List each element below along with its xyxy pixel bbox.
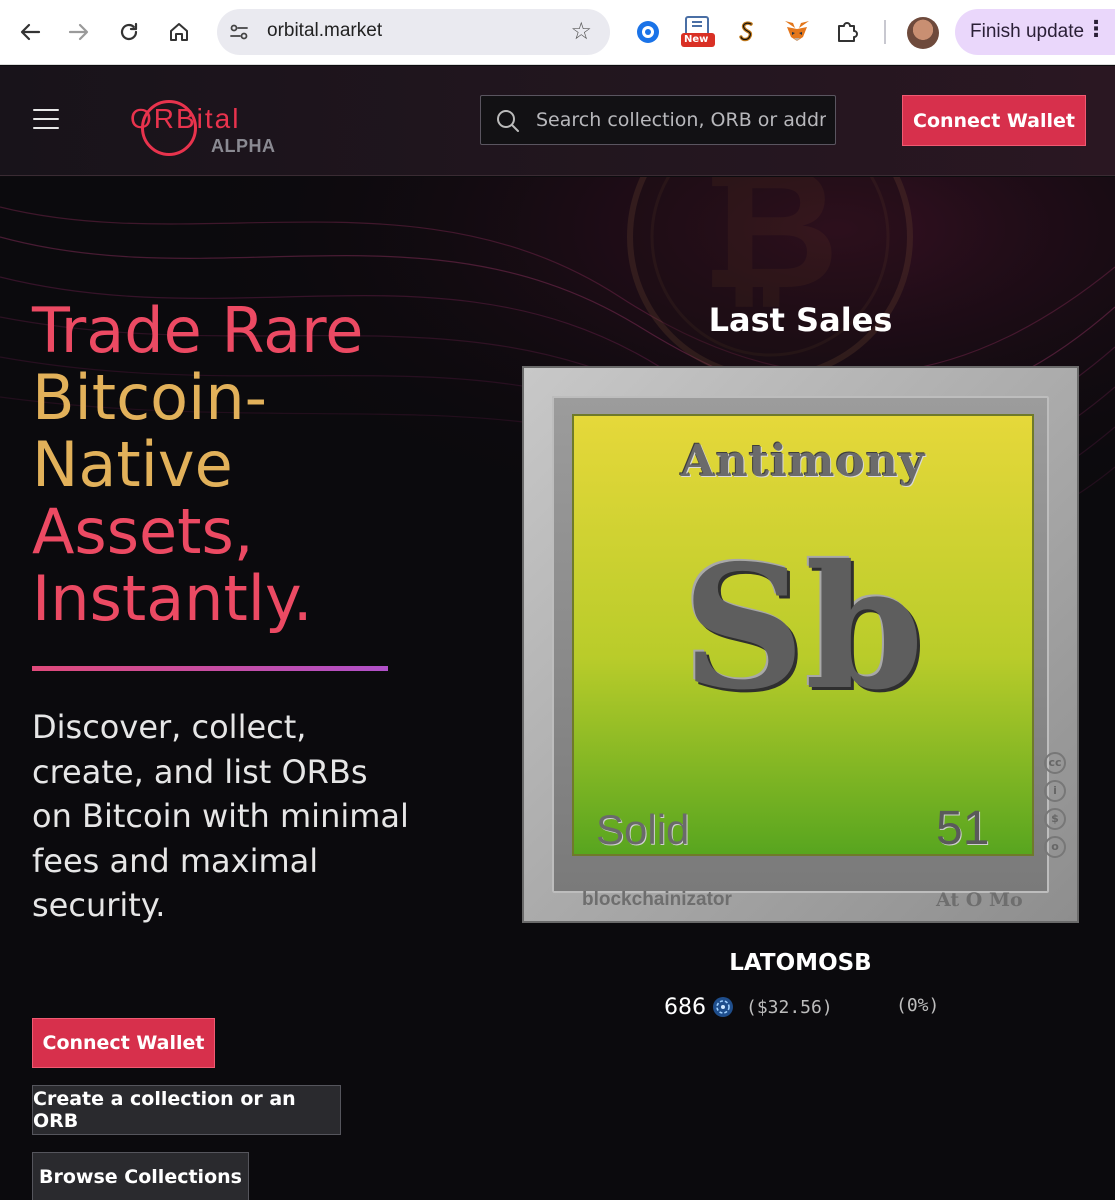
create-collection-button[interactable]: Create a collection or an ORB [32, 1085, 341, 1135]
forward-icon[interactable] [61, 14, 97, 50]
hero-description: Discover, collect, create, and list ORBs… [32, 708, 409, 924]
logo-text: ORBital [130, 103, 241, 134]
address-bar[interactable]: orbital.market ☆ [217, 9, 610, 55]
site-header: ORBital ALPHA Connect Wallet [0, 66, 1115, 176]
artwork-watermark: At O Mo [936, 889, 1023, 911]
headline-line-1: Trade Rare [32, 294, 364, 367]
sale-price-row: 686 ($32.56) [664, 992, 833, 1022]
sale-price-usd: ($32.56) [746, 996, 833, 1018]
extensions-puzzle-icon[interactable] [831, 16, 863, 48]
headline-line-3: Native [32, 428, 233, 501]
headline-line-4: Assets, [32, 495, 254, 568]
finish-update-button[interactable]: Finish update ⋮ [955, 9, 1115, 55]
headline-divider [32, 666, 388, 671]
search-icon [497, 110, 519, 132]
element-symbol: Sb [682, 528, 924, 728]
hero-connect-wallet-button[interactable]: Connect Wallet [32, 1018, 215, 1068]
search-input[interactable] [536, 96, 826, 143]
back-icon[interactable] [12, 14, 48, 50]
artist-signature: blockchainizator [582, 889, 732, 910]
profile-avatar[interactable] [907, 17, 939, 49]
search-box[interactable] [480, 95, 836, 145]
connect-wallet-button[interactable]: Connect Wallet [902, 95, 1086, 146]
extension-at-icon[interactable] [632, 16, 664, 48]
token-coin-icon [713, 997, 733, 1017]
sale-price: 686 [664, 994, 706, 1020]
metamask-fox-icon[interactable] [781, 16, 813, 48]
hero-section: ₿ Trade Rare Bitcoin- Native Assets, Ins… [0, 177, 1115, 1200]
kebab-menu-icon[interactable]: ⋮ [1085, 17, 1107, 42]
license-icons: cc i $ o [1044, 752, 1068, 864]
extension-new-icon[interactable]: New [680, 16, 716, 48]
atomic-number: 51 [936, 802, 990, 855]
headline-line-2: Bitcoin- [32, 361, 267, 434]
logo-alpha-badge: ALPHA [211, 136, 276, 156]
last-sale-card-image[interactable]: Antimony Sb Solid 51 blockchainizator At… [522, 366, 1079, 923]
headline-line-5: Instantly. [32, 562, 313, 635]
element-state: Solid [596, 806, 690, 853]
element-name: Antimony [680, 436, 926, 487]
last-sales-title: Last Sales [708, 301, 893, 339]
reload-icon[interactable] [111, 14, 147, 50]
cc-license-icon: cc [1044, 752, 1066, 774]
noncommercial-icon: $ [1044, 808, 1066, 830]
hamburger-menu-icon[interactable] [33, 109, 59, 129]
site-info-icon[interactable] [227, 20, 251, 44]
orbital-logo[interactable]: ORBital ALPHA [130, 98, 290, 158]
sale-price-change: (0%) [896, 995, 940, 1016]
sharealike-icon: o [1044, 836, 1066, 858]
attribution-icon: i [1044, 780, 1066, 802]
finish-update-label: Finish update [970, 21, 1085, 42]
home-icon[interactable] [161, 14, 197, 50]
url-text[interactable]: orbital.market [267, 20, 382, 42]
browser-toolbar: orbital.market ☆ New Finish update ⋮ [0, 0, 1115, 65]
hero-headline: Trade Rare Bitcoin- Native Assets, Insta… [32, 297, 452, 632]
new-badge: New [684, 34, 709, 45]
browse-collections-button[interactable]: Browse Collections [32, 1152, 249, 1200]
extension-s-icon[interactable] [731, 16, 763, 48]
sale-item-name[interactable]: LATOMOSB [522, 950, 1079, 976]
bookmark-star-icon[interactable]: ☆ [570, 17, 592, 45]
toolbar-divider [884, 20, 886, 44]
